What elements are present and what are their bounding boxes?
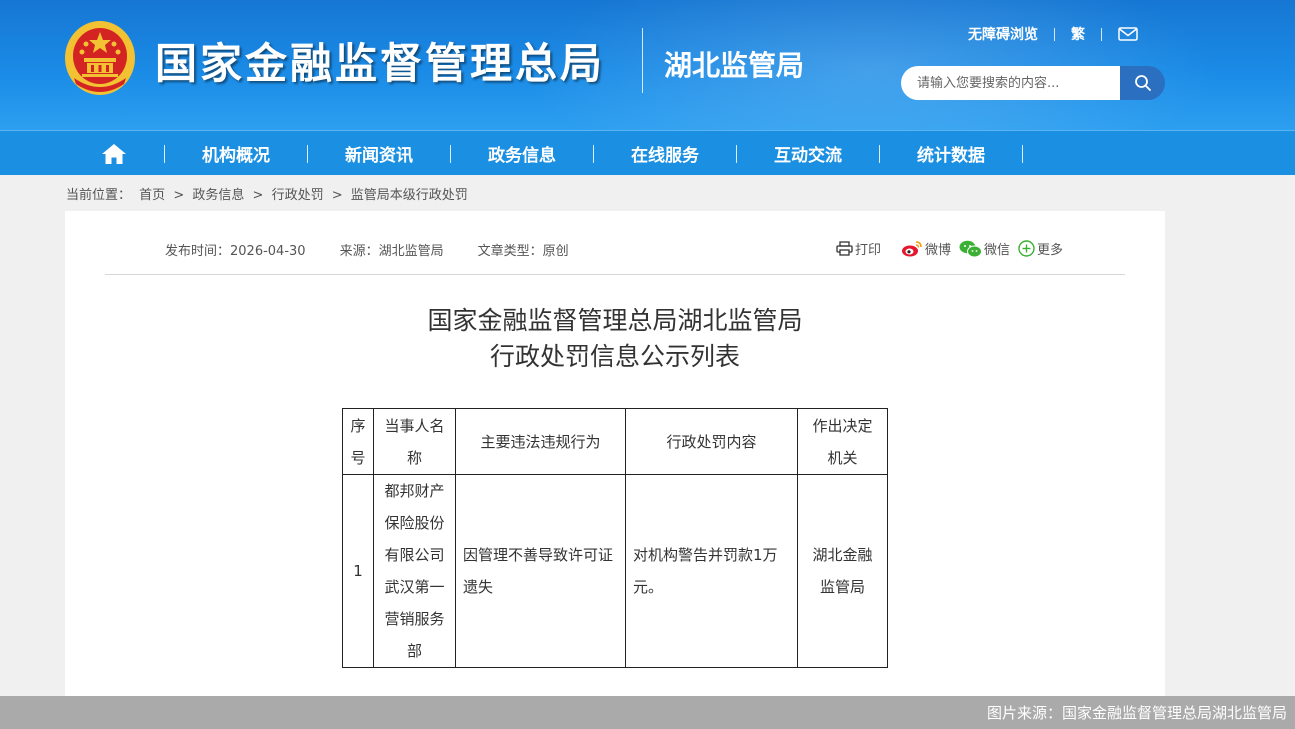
traditional-chinese-link[interactable]: 繁 [1071,24,1085,44]
search-button[interactable] [1120,66,1165,100]
wechat-share-button[interactable]: 微信 [959,239,1010,258]
cell-violation: 因管理不善导致许可证遗失 [455,474,626,668]
home-icon [102,143,126,164]
cell-party: 都邦财产保险股份有限公司武汉第一营销服务部 [373,474,456,668]
mail-icon[interactable] [1118,27,1138,41]
document-title: 国家金融监督管理总局湖北监管局 行政处罚信息公示列表 [65,303,1165,375]
article-source: 来源：湖北监管局 [339,244,444,259]
breadcrumb-current[interactable]: 监管局本级行政处罚 [351,188,468,203]
header-penalty: 行政处罚内容 [625,408,798,475]
weibo-share-button[interactable]: 微博 [901,239,951,258]
brand-divider [642,28,643,93]
top-links: 无障碍浏览 繁 [968,24,1138,44]
wechat-label: 微信 [984,243,1011,258]
header-violation: 主要违法违规行为 [455,408,626,475]
cell-penalty: 对机构警告并罚款1万元。 [625,474,798,668]
nav-item-government-info[interactable]: 政务信息 [451,131,593,176]
penalty-table: 序号 当事人名称 主要违法违规行为 行政处罚内容 作出决定机关 1 都邦财产保险… [342,408,888,668]
article-meta: 发布时间：2026-04-30 来源：湖北监管局 文章类型：原创 [165,240,603,259]
article-panel: 发布时间：2026-04-30 来源：湖北监管局 文章类型：原创 打印 微博 微… [65,211,1165,729]
cell-index: 1 [342,474,374,668]
top-link-separator [1101,27,1102,41]
search-icon [1134,75,1151,91]
plus-circle-icon [1018,240,1035,257]
weibo-icon [902,241,922,257]
more-share-button[interactable]: 更多 [1018,239,1063,258]
share-toolbar: 打印 微博 微信 更多 [836,239,1071,258]
top-link-separator [1054,27,1055,41]
table-header-row: 序号 当事人名称 主要违法违规行为 行政处罚内容 作出决定机关 [342,408,888,475]
breadcrumb: 当前位置： 首页 > 政务信息 > 行政处罚 > 监管局本级行政处罚 [66,184,472,203]
breadcrumb-penalty[interactable]: 行政处罚 [272,188,324,203]
printer-icon [836,241,853,256]
nav-separator [1022,144,1023,163]
search-input[interactable] [901,66,1120,100]
breadcrumb-home[interactable]: 首页 [139,188,165,203]
national-emblem-icon [65,21,135,95]
brand-subtitle: 湖北监管局 [664,49,805,82]
document-title-line-1: 国家金融监督管理总局湖北监管局 [427,306,803,335]
header-authority: 作出决定机关 [797,408,888,475]
nav-item-about[interactable]: 机构概况 [165,131,307,176]
nav-item-statistics[interactable]: 统计数据 [880,131,1022,176]
breadcrumb-separator: > [173,188,185,203]
breadcrumb-prefix: 当前位置： [66,188,132,203]
nav-home[interactable] [64,131,164,176]
document-title-line-2: 行政处罚信息公示列表 [489,342,740,371]
brand-title: 国家金融监督管理总局 [155,39,606,88]
breadcrumb-separator: > [331,188,343,203]
breadcrumb-government-info[interactable]: 政务信息 [192,188,244,203]
site-header: 国家金融监督管理总局 湖北监管局 无障碍浏览 繁 [0,0,1295,130]
publish-time: 发布时间：2026-04-30 [165,244,306,259]
header-index: 序号 [342,408,374,475]
search-box [901,66,1165,100]
meta-divider [105,274,1125,275]
breadcrumb-separator: > [252,188,264,203]
more-label: 更多 [1037,243,1064,258]
nav-item-online-services[interactable]: 在线服务 [594,131,736,176]
weibo-label: 微博 [925,243,952,258]
article-type: 文章类型：原创 [477,244,569,259]
main-nav: 机构概况 新闻资讯 政务信息 在线服务 互动交流 统计数据 [0,130,1295,175]
accessibility-link[interactable]: 无障碍浏览 [968,24,1038,44]
wechat-icon [959,240,983,257]
header-party: 当事人名称 [373,408,456,475]
print-label: 打印 [855,243,882,258]
nav-item-news[interactable]: 新闻资讯 [308,131,450,176]
table-row: 1 都邦财产保险股份有限公司武汉第一营销服务部 因管理不善导致许可证遗失 对机构… [342,474,888,668]
nav-item-interaction[interactable]: 互动交流 [737,131,879,176]
image-source-bar: 图片来源：国家金融监督管理总局湖北监管局 [0,696,1295,729]
image-source-caption: 图片来源：国家金融监督管理总局湖北监管局 [986,704,1287,722]
cell-authority: 湖北金融监管局 [797,474,888,668]
print-button[interactable]: 打印 [836,239,881,258]
